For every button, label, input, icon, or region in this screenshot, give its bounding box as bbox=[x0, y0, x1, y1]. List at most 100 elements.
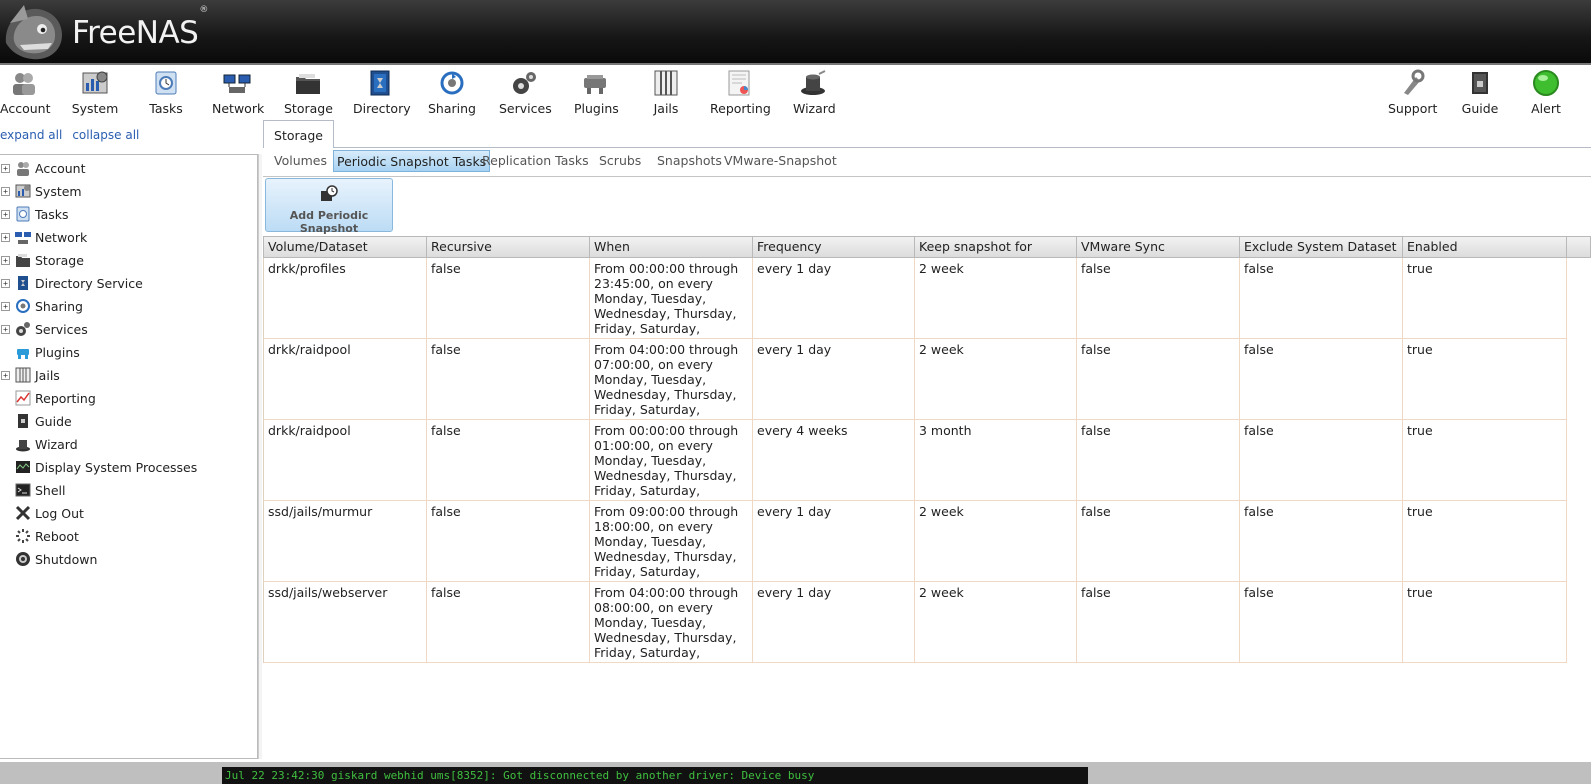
expand-all-link[interactable]: expand all bbox=[0, 128, 62, 142]
expand-icon[interactable]: + bbox=[1, 232, 10, 242]
expand-icon[interactable]: + bbox=[1, 186, 10, 196]
cell-vmware-sync: false bbox=[1077, 501, 1240, 581]
cell-exclude-system-dataset: false bbox=[1240, 258, 1403, 338]
tree-item-plugins[interactable]: Plugins bbox=[0, 341, 80, 363]
column-header-exclude-system-dataset[interactable]: Exclude System Dataset bbox=[1240, 237, 1403, 257]
cell-vmware-sync: false bbox=[1077, 420, 1240, 500]
expand-icon[interactable]: + bbox=[1, 278, 10, 288]
toolbar-account-button[interactable]: Account bbox=[0, 69, 51, 117]
toolbar-network-button[interactable]: Network bbox=[212, 69, 264, 117]
tree-item-shutdown[interactable]: Shutdown bbox=[0, 548, 97, 570]
cell-recursive: false bbox=[427, 582, 590, 662]
freenas-shark-logo-icon bbox=[5, 5, 63, 60]
expand-icon[interactable]: + bbox=[1, 163, 10, 173]
toolbar-jails-button[interactable]: Jails bbox=[651, 69, 681, 117]
tree-item-shell[interactable]: Shell bbox=[0, 479, 66, 501]
subtab-volumes[interactable]: Volumes bbox=[271, 150, 330, 172]
guide-icon bbox=[1472, 72, 1488, 94]
table-row[interactable]: drkk/raidpool false From 00:00:00 throug… bbox=[263, 420, 1567, 501]
expand-icon[interactable]: + bbox=[1, 324, 10, 334]
tree-item-account[interactable]: + Account bbox=[0, 157, 85, 179]
subtab-snapshots[interactable]: Snapshots bbox=[654, 150, 725, 172]
add-periodic-snapshot-button[interactable]: Add Periodic Snapshot bbox=[265, 178, 393, 235]
tree-item-storage[interactable]: + Storage bbox=[0, 249, 84, 271]
subtab-vmware-snapshot[interactable]: VMware-Snapshot bbox=[721, 150, 840, 172]
cell-keep-snapshot-for: 3 month bbox=[915, 420, 1077, 500]
tree-item-sharing[interactable]: + Sharing bbox=[0, 295, 83, 317]
guide-icon bbox=[18, 414, 28, 428]
tree-item-tasks[interactable]: + Tasks bbox=[0, 203, 69, 225]
toolbar-reporting-button[interactable]: Reporting bbox=[710, 69, 771, 117]
toolbar-plugins-button[interactable]: Plugins bbox=[574, 69, 619, 117]
subtab-replication-tasks[interactable]: Replication Tasks bbox=[479, 150, 592, 172]
subtab-scrubs[interactable]: Scrubs bbox=[596, 150, 644, 172]
sharing-icon bbox=[440, 71, 464, 95]
tree-item-jails[interactable]: + Jails bbox=[0, 364, 60, 386]
toolbar-wizard-button[interactable]: Wizard bbox=[793, 69, 836, 117]
freenas-logo[interactable]: FreeNAS® bbox=[2, 3, 208, 63]
tree-item-guide[interactable]: Guide bbox=[0, 410, 72, 432]
brand-registered-mark: ® bbox=[199, 5, 208, 15]
toolbar-plugins-label: Plugins bbox=[574, 101, 619, 116]
tree-item-system[interactable]: + System bbox=[0, 180, 82, 202]
column-header-when[interactable]: When bbox=[590, 237, 753, 257]
reporting-icon bbox=[728, 70, 750, 96]
toolbar-storage-label: Storage bbox=[284, 101, 333, 116]
cell-recursive: false bbox=[427, 420, 590, 500]
shutdown-icon bbox=[16, 552, 30, 566]
toolbar-directory-button[interactable]: Directory bbox=[353, 69, 411, 117]
column-header-recursive[interactable]: Recursive bbox=[427, 237, 590, 257]
table-row[interactable]: drkk/raidpool false From 04:00:00 throug… bbox=[263, 339, 1567, 420]
tree-item-label: Reboot bbox=[35, 528, 79, 544]
toolbar-services-label: Services bbox=[499, 101, 552, 116]
add-periodic-snapshot-label: Add Periodic Snapshot bbox=[289, 209, 369, 235]
toolbar-account-label: Account bbox=[0, 101, 51, 116]
subtab-periodic-snapshot-tasks[interactable]: Periodic Snapshot Tasks bbox=[333, 150, 491, 172]
toolbar-guide-button[interactable]: Guide bbox=[1461, 69, 1499, 117]
tasks-icon bbox=[155, 71, 177, 95]
column-header-frequency[interactable]: Frequency bbox=[753, 237, 915, 257]
tree-item-network[interactable]: + Network bbox=[0, 226, 87, 248]
plugins-icon bbox=[17, 349, 29, 359]
toolbar-sharing-button[interactable]: Sharing bbox=[428, 69, 476, 117]
cell-recursive: false bbox=[427, 501, 590, 581]
console-message: Jul 22 23:42:30 giskard webhid ums[8352]… bbox=[222, 767, 1088, 784]
tab-storage[interactable]: Storage bbox=[263, 120, 334, 148]
column-header-volume-dataset[interactable]: Volume/Dataset bbox=[264, 237, 427, 257]
toolbar-storage-button[interactable]: Storage bbox=[284, 69, 333, 117]
toolbar-system-button[interactable]: System bbox=[71, 69, 119, 117]
tree-item-directory-service[interactable]: + Directory Service bbox=[0, 272, 143, 294]
cell-recursive: false bbox=[427, 339, 590, 419]
toolbar-services-button[interactable]: Services bbox=[499, 69, 552, 117]
column-header-keep-snapshot-for[interactable]: Keep snapshot for bbox=[915, 237, 1077, 257]
table-row[interactable]: ssd/jails/webserver false From 04:00:00 … bbox=[263, 582, 1567, 663]
tree-item-wizard[interactable]: Wizard bbox=[0, 433, 78, 455]
expand-icon[interactable]: + bbox=[1, 301, 10, 311]
toolbar-alert-button[interactable]: Alert bbox=[1528, 69, 1564, 117]
toolbar-support-button[interactable]: Support bbox=[1388, 69, 1437, 117]
toolbar-tasks-button[interactable]: Tasks bbox=[146, 69, 186, 117]
cell-when: From 00:00:00 through 23:45:00, on every… bbox=[590, 258, 753, 338]
brand-name: FreeNAS bbox=[72, 15, 199, 51]
network-icon bbox=[223, 74, 251, 93]
expand-icon[interactable]: + bbox=[1, 255, 10, 265]
table-row[interactable]: drkk/profiles false From 00:00:00 throug… bbox=[263, 258, 1567, 339]
cell-frequency: every 1 day bbox=[753, 501, 915, 581]
storage-icon bbox=[16, 254, 30, 267]
add-snapshot-icon bbox=[321, 185, 338, 201]
tree-item-log-out[interactable]: Log Out bbox=[0, 502, 84, 524]
table-row[interactable]: ssd/jails/murmur false From 09:00:00 thr… bbox=[263, 501, 1567, 582]
tree-item-display-system-processes[interactable]: Display System Processes bbox=[0, 456, 197, 478]
panel-splitter[interactable] bbox=[258, 154, 262, 759]
collapse-all-link[interactable]: collapse all bbox=[72, 128, 139, 142]
tree-item-reboot[interactable]: Reboot bbox=[0, 525, 79, 547]
cell-frequency: every 1 day bbox=[753, 582, 915, 662]
expand-icon[interactable]: + bbox=[1, 209, 10, 219]
tree-item-reporting[interactable]: Reporting bbox=[0, 387, 96, 409]
expand-icon[interactable]: + bbox=[1, 370, 10, 380]
tree-item-services[interactable]: + Services bbox=[0, 318, 88, 340]
tree-item-label: Storage bbox=[35, 252, 84, 268]
toolbar-sharing-label: Sharing bbox=[428, 101, 476, 116]
column-header-enabled[interactable]: Enabled bbox=[1403, 237, 1566, 257]
column-header-vmware-sync[interactable]: VMware Sync bbox=[1077, 237, 1240, 257]
